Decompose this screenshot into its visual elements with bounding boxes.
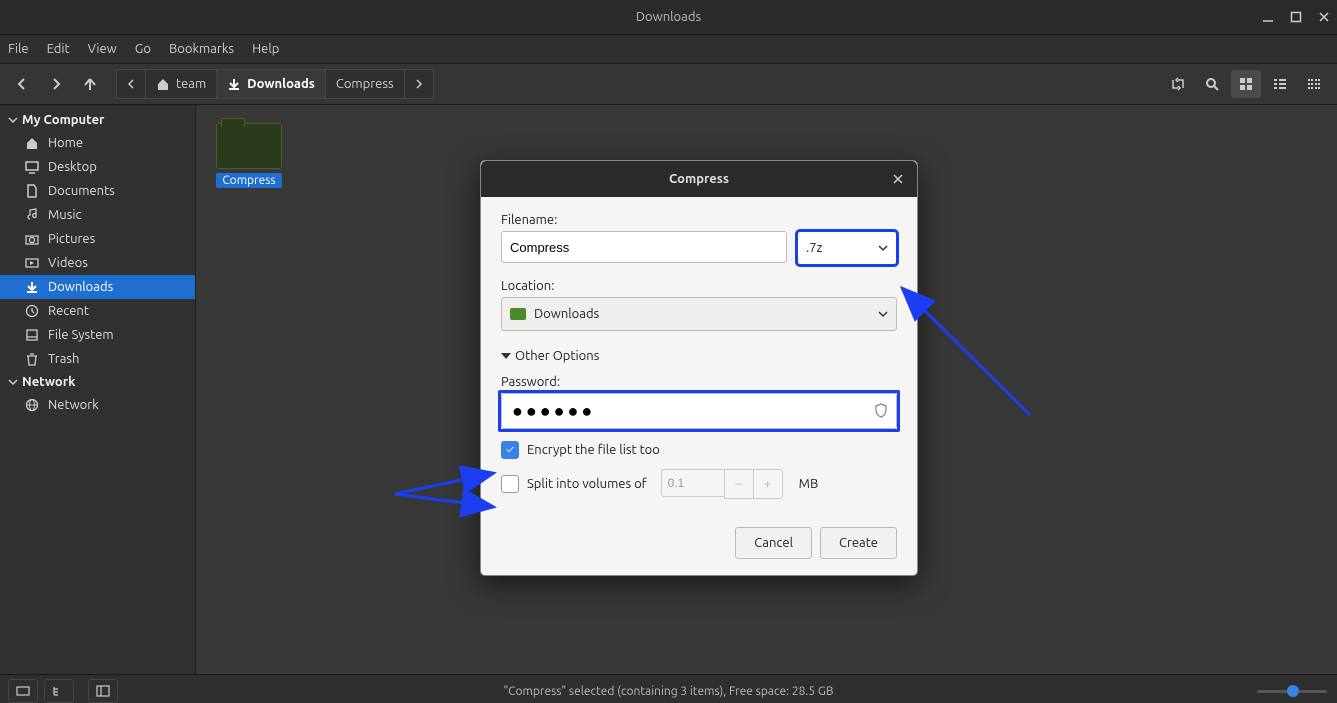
encrypt-label: Encrypt the file list too: [527, 443, 660, 457]
path-root-label: team: [176, 77, 206, 91]
folder-icon: [216, 123, 282, 169]
compress-dialog: Compress Filename: .7z Location: Downloa…: [480, 160, 918, 576]
menu-bookmarks[interactable]: Bookmarks: [169, 42, 234, 56]
menubar: File Edit View Go Bookmarks Help: [0, 35, 1337, 64]
path-root[interactable]: team: [146, 70, 217, 98]
path-left[interactable]: [117, 70, 146, 98]
sidebar-item-trash[interactable]: Trash: [0, 347, 195, 371]
sidebar: My Computer Home Desktop Documents Music…: [0, 105, 196, 674]
video-icon: [24, 255, 40, 271]
music-icon: [24, 207, 40, 223]
globe-icon: [24, 397, 40, 413]
sidebar-item-videos[interactable]: Videos: [0, 251, 195, 275]
status-text: "Compress" selected (containing 3 items)…: [504, 685, 834, 698]
sidebar-section-mycomputer[interactable]: My Computer: [0, 109, 195, 131]
toggle-location-button[interactable]: [1163, 70, 1193, 98]
sidebar-item-filesystem[interactable]: File System: [0, 323, 195, 347]
home-icon: [24, 135, 40, 151]
home-icon: [156, 77, 170, 91]
up-button[interactable]: [76, 70, 104, 98]
cancel-button[interactable]: Cancel: [735, 527, 812, 559]
statusbar: "Compress" selected (containing 3 items)…: [0, 674, 1337, 703]
location-select[interactable]: Downloads: [501, 297, 897, 331]
sidebar-toggle-button[interactable]: [88, 679, 118, 703]
clock-icon: [24, 303, 40, 319]
create-button[interactable]: Create: [820, 527, 897, 559]
encrypt-checkbox[interactable]: ✓: [501, 441, 519, 459]
path-right[interactable]: [405, 70, 433, 98]
download-icon: [24, 279, 40, 295]
filename-label: Filename:: [501, 213, 897, 227]
menu-help[interactable]: Help: [252, 42, 279, 56]
split-value-input: [661, 469, 725, 497]
back-button[interactable]: [8, 70, 36, 98]
icon-view-button[interactable]: [1231, 70, 1261, 98]
dialog-close-button[interactable]: [889, 170, 907, 188]
sidebar-item-downloads[interactable]: Downloads: [0, 275, 195, 299]
desktop-icon: [24, 159, 40, 175]
sidebar-item-documents[interactable]: Documents: [0, 179, 195, 203]
split-checkbox[interactable]: [501, 475, 519, 493]
compact-view-button[interactable]: [1299, 70, 1329, 98]
sidebar-item-network[interactable]: Network: [0, 393, 195, 417]
tree-button[interactable]: [44, 679, 74, 703]
path-compress[interactable]: Compress: [326, 70, 405, 98]
maximize-button[interactable]: [1289, 10, 1303, 24]
sidebar-item-home[interactable]: Home: [0, 131, 195, 155]
dialog-title: Compress: [669, 172, 729, 186]
sidebar-item-pictures[interactable]: Pictures: [0, 227, 195, 251]
download-icon: [227, 77, 241, 91]
pathbar: team Downloads Compress: [116, 69, 434, 99]
document-icon: [24, 183, 40, 199]
triangle-down-icon: [501, 353, 511, 359]
sidebar-section-network[interactable]: Network: [0, 371, 195, 393]
password-input[interactable]: [501, 393, 897, 429]
split-plus-button[interactable]: +: [753, 469, 783, 499]
search-button[interactable]: [1197, 70, 1227, 98]
window-titlebar: Downloads: [0, 0, 1337, 35]
trash-icon: [24, 351, 40, 367]
dialog-titlebar: Compress: [481, 161, 917, 197]
folder-label: Compress: [216, 173, 281, 188]
location-label: Location:: [501, 279, 897, 293]
places-button[interactable]: [8, 679, 38, 703]
shield-icon: [873, 402, 889, 421]
zoom-slider[interactable]: [1257, 690, 1327, 693]
window-title: Downloads: [636, 10, 701, 24]
toolbar: team Downloads Compress: [0, 64, 1337, 105]
camera-icon: [24, 231, 40, 247]
menu-edit[interactable]: Edit: [47, 42, 70, 56]
sidebar-item-recent[interactable]: Recent: [0, 299, 195, 323]
sidebar-item-desktop[interactable]: Desktop: [0, 155, 195, 179]
disk-icon: [24, 327, 40, 343]
folder-compress[interactable]: Compress: [214, 123, 284, 188]
split-label: Split into volumes of: [527, 477, 647, 491]
menu-file[interactable]: File: [8, 42, 29, 56]
split-unit: MB: [799, 477, 819, 491]
path-downloads-label: Downloads: [247, 77, 315, 91]
menu-view[interactable]: View: [88, 42, 117, 56]
password-label: Password:: [501, 375, 897, 389]
path-downloads[interactable]: Downloads: [217, 70, 326, 98]
extension-select[interactable]: .7z: [797, 231, 897, 265]
chevron-down-icon: [878, 311, 888, 317]
forward-button[interactable]: [42, 70, 70, 98]
other-options-toggle[interactable]: Other Options: [501, 349, 897, 363]
filename-input[interactable]: [501, 231, 787, 263]
list-view-button[interactable]: [1265, 70, 1295, 98]
menu-go[interactable]: Go: [135, 42, 151, 56]
folder-icon: [510, 308, 526, 320]
minimize-button[interactable]: [1261, 10, 1275, 24]
close-button[interactable]: [1317, 10, 1331, 24]
sidebar-item-music[interactable]: Music: [0, 203, 195, 227]
chevron-down-icon: [878, 245, 888, 251]
split-minus-button[interactable]: −: [724, 469, 754, 499]
